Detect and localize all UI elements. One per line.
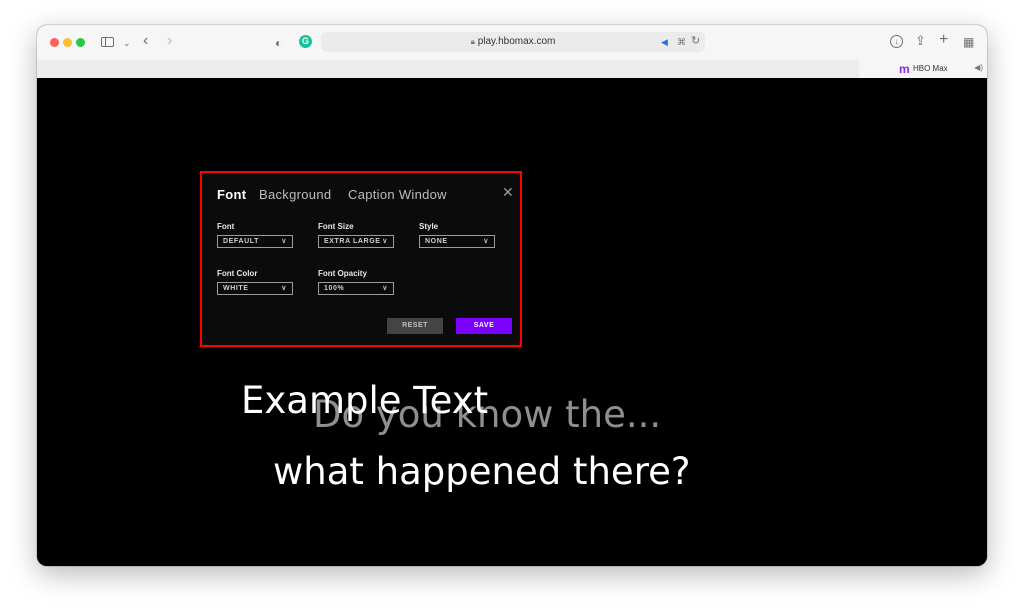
address-bar[interactable]: 🔒︎ play.hbomax.com ◀︎ ⌘ ↻	[321, 32, 705, 52]
font-size-select[interactable]: EXTRA LARGE ∨	[318, 235, 394, 248]
url-display[interactable]: 🔒︎ play.hbomax.com	[321, 36, 705, 47]
tab-hbo-max[interactable]: m HBO Max ◀︎)	[859, 60, 987, 78]
tab-caption-window[interactable]: Caption Window	[348, 187, 447, 202]
style-select[interactable]: NONE ∨	[419, 235, 495, 248]
tab-bar: m HBO Max ◀︎)	[37, 60, 987, 79]
font-label: Font	[217, 222, 235, 231]
chevron-down-icon: ∨	[483, 238, 489, 245]
font-opacity-label: Font Opacity	[318, 269, 367, 278]
shield-icon[interactable]: ◐	[275, 36, 282, 50]
tab-background[interactable]: Background	[259, 187, 331, 202]
tab-title: HBO Max	[913, 64, 948, 73]
font-color-label: Font Color	[217, 269, 258, 278]
close-icon[interactable]: ✕	[502, 185, 514, 199]
chevron-down-icon: ∨	[382, 238, 388, 245]
chevron-down-icon: ∨	[281, 238, 287, 245]
chevron-down-icon: ∨	[281, 285, 287, 292]
grammarly-icon[interactable]: G	[299, 35, 312, 48]
font-size-label: Font Size	[318, 222, 354, 231]
font-color-select[interactable]: WHITE ∨	[217, 282, 293, 295]
video-player[interactable]: Font Background Caption Window ✕ Font DE…	[37, 78, 987, 566]
back-icon[interactable]: ‹	[143, 33, 148, 49]
forward-icon[interactable]: ›	[167, 33, 172, 49]
hbo-max-logo-icon: m	[899, 62, 910, 76]
translate-icon[interactable]: ⌘	[677, 35, 686, 49]
share-icon[interactable]: ⇪	[915, 34, 926, 48]
sidebar-icon[interactable]	[101, 37, 114, 47]
font-color-value: WHITE	[223, 285, 249, 292]
browser-window: ⌄ ‹ › ◐ G 🔒︎ play.hbomax.com ◀︎ ⌘ ↻ ↓ ⇪ …	[37, 25, 987, 566]
example-text-preview: Example Text	[241, 379, 489, 422]
close-window-button[interactable]	[50, 38, 59, 47]
download-icon[interactable]: ↓	[890, 35, 903, 48]
new-tab-icon[interactable]: +	[939, 32, 948, 48]
style-value: NONE	[425, 238, 448, 245]
subtitle-line-2: what happened there?	[273, 450, 691, 493]
lock-icon: 🔒︎	[470, 37, 475, 46]
minimize-window-button[interactable]	[63, 38, 72, 47]
caption-settings-panel: Font Background Caption Window ✕ Font DE…	[200, 171, 522, 347]
font-opacity-select[interactable]: 100% ∨	[318, 282, 394, 295]
chevron-down-icon[interactable]: ⌄	[123, 36, 131, 50]
tab-font[interactable]: Font	[217, 187, 246, 202]
zoom-window-button[interactable]	[76, 38, 85, 47]
font-size-value: EXTRA LARGE	[324, 238, 381, 245]
speaker-icon[interactable]: ◀︎	[661, 35, 668, 49]
reload-icon[interactable]: ↻	[691, 34, 700, 48]
save-button[interactable]: SAVE	[456, 318, 512, 334]
style-label: Style	[419, 222, 439, 231]
font-opacity-value: 100%	[324, 285, 345, 292]
browser-toolbar: ⌄ ‹ › ◐ G 🔒︎ play.hbomax.com ◀︎ ⌘ ↻ ↓ ⇪ …	[37, 25, 987, 61]
url-text: play.hbomax.com	[477, 36, 556, 47]
reset-button[interactable]: RESET	[387, 318, 443, 334]
tab-audio-icon[interactable]: ◀︎)	[974, 63, 983, 72]
font-value: DEFAULT	[223, 238, 259, 245]
chevron-down-icon: ∨	[382, 285, 388, 292]
tab-overview-icon[interactable]: ▦	[963, 35, 974, 49]
font-select[interactable]: DEFAULT ∨	[217, 235, 293, 248]
